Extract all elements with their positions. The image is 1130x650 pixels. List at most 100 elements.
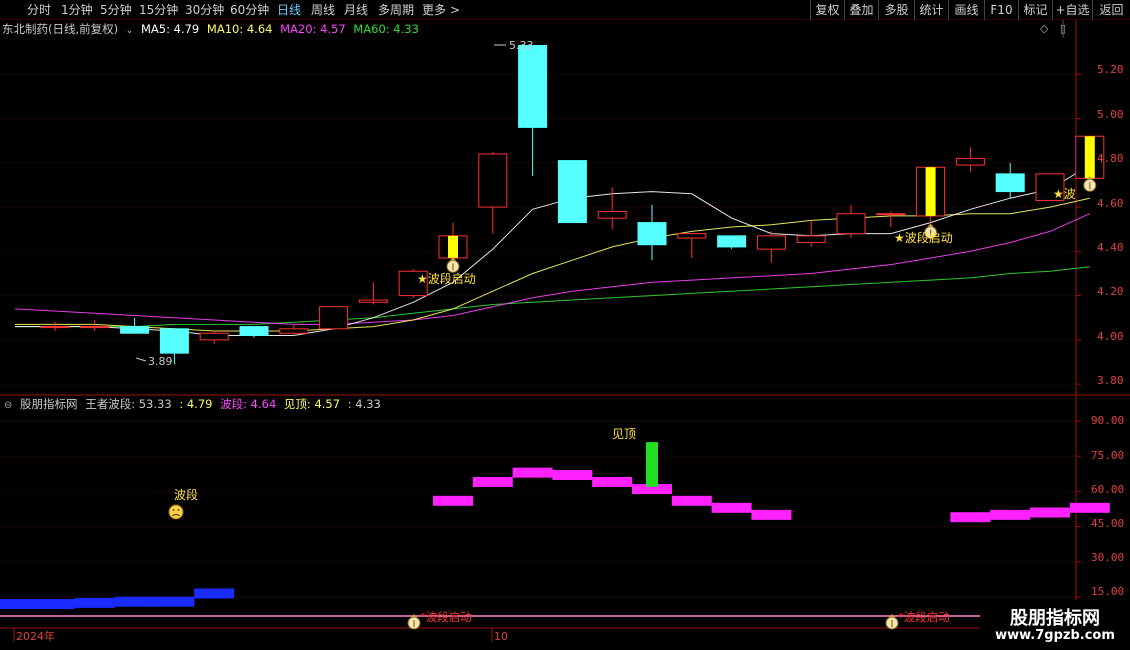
candle-body — [478, 153, 508, 208]
indicator-value-3: 波段: 4.64 — [220, 397, 277, 411]
indicator-bar — [950, 512, 991, 523]
candle-body — [717, 235, 747, 248]
candle-body — [637, 222, 667, 246]
y-tick-label: 4.60 — [1097, 197, 1124, 210]
indicator-value-5: : 4.33 — [347, 397, 381, 411]
indicator-bar — [472, 477, 513, 488]
candle — [319, 306, 349, 330]
candle — [955, 147, 985, 172]
watermark-url: www.7gpzb.com — [995, 628, 1115, 643]
ma10-line — [15, 197, 1090, 332]
watermark: 股朋指标网 www.7gpzb.com — [980, 600, 1130, 650]
indicator-bar — [0, 599, 75, 610]
candle-body — [836, 213, 866, 235]
indicator-bar — [1030, 507, 1070, 518]
candle-body — [995, 173, 1025, 193]
chart-canvas[interactable] — [0, 0, 1130, 650]
candle — [637, 204, 667, 261]
indicator-source: 股朋指标网 — [20, 397, 78, 411]
indicator-name: 王者波段: — [85, 397, 136, 411]
candle-body — [557, 160, 587, 224]
indicator-value-1: 53.33 — [138, 397, 172, 411]
wave-start-signal: ★波段启动 — [417, 272, 476, 286]
indicator-bar — [990, 509, 1031, 520]
ma5-legend: MA5: 4.79 — [141, 22, 200, 36]
watermark-title: 股朋指标网 — [1010, 608, 1100, 629]
candle — [796, 220, 826, 247]
indicator-bar — [552, 469, 593, 480]
face-eye — [172, 509, 175, 511]
candle-body — [199, 332, 229, 341]
candle — [557, 160, 587, 224]
candle — [80, 319, 110, 332]
candle — [199, 331, 229, 345]
sub-y-tick-label: 75.00 — [1091, 449, 1125, 462]
ma10-legend: MA10: 4.64 — [206, 22, 273, 36]
indicator-bar — [751, 509, 792, 520]
indicator-bar — [194, 588, 235, 599]
x-axis-year-label: 2024年 — [16, 630, 55, 643]
sub-y-tick-label: 15.00 — [1091, 585, 1125, 598]
sub-y-tick-label: 30.00 — [1091, 551, 1125, 564]
candle — [239, 326, 269, 338]
chevron-down-icon[interactable]: ⌄ — [126, 26, 134, 36]
candle-body — [80, 326, 110, 329]
ma60-legend: MA60: 4.33 — [353, 22, 419, 36]
candle — [876, 211, 906, 227]
indicator-bar — [433, 495, 473, 506]
candle — [717, 235, 747, 250]
top-signal-label: 见顶 — [612, 427, 637, 441]
y-tick-label: 3.80 — [1097, 374, 1124, 387]
candle — [836, 204, 866, 239]
candle — [677, 233, 707, 258]
indicator-bar — [711, 502, 752, 513]
candle-body — [518, 44, 548, 128]
wave-start-sub-label: *波段启动 — [898, 610, 950, 624]
y-tick-label: 4.00 — [1097, 330, 1124, 343]
wave-label: 波段 — [174, 488, 199, 502]
indicator-bar — [74, 597, 115, 608]
ma20-legend: MA20: 4.57 — [280, 22, 346, 36]
circle-icon: ⊖ — [4, 400, 13, 411]
y-tick-label: 4.40 — [1097, 241, 1124, 254]
indicator-bar — [512, 467, 553, 478]
y-tick-label: 5.00 — [1097, 108, 1124, 121]
low-price-label: 3.89 — [148, 355, 173, 368]
diamond-icon[interactable]: ◇ — [1040, 22, 1048, 36]
candle-body — [239, 326, 269, 336]
candle — [120, 317, 150, 334]
candle-body — [40, 326, 70, 329]
indicator-value-4: 见顶: 4.57 — [283, 397, 341, 411]
stock-title[interactable]: 东北制药(日线,前复权) — [2, 22, 118, 36]
candle — [358, 282, 388, 305]
y-tick-label: 5.20 — [1097, 63, 1124, 76]
candle-body — [279, 328, 309, 334]
sub-y-tick-label: 90.00 — [1091, 414, 1125, 427]
wave-start-sub-label: *波段启动 — [420, 610, 472, 624]
highlight-bar — [448, 235, 458, 258]
wave-start-signal: ★波段启动 — [894, 231, 953, 245]
sub-y-tick-label: 60.00 — [1091, 483, 1125, 496]
x-axis-month-label: 10 — [494, 630, 508, 643]
candle-body — [597, 211, 627, 219]
candle-body — [358, 299, 388, 303]
indicator-bar — [154, 596, 195, 607]
high-price-label: 5.33 — [509, 39, 534, 52]
candle — [478, 151, 508, 234]
candle — [40, 322, 70, 332]
sub-y-tick-label: 45.00 — [1091, 517, 1125, 530]
candle — [995, 162, 1025, 199]
candle-body — [120, 326, 150, 334]
panel-icon[interactable]: ▯ — [1060, 22, 1066, 36]
candle — [916, 166, 946, 223]
face-circle — [168, 504, 184, 520]
money-bag-tie — [927, 223, 934, 227]
face-eye — [177, 509, 180, 511]
candle-body — [756, 235, 786, 250]
indicator-bar — [671, 495, 712, 506]
sub-legend: ⊖ 股朋指标网 王者波段: 53.33 : 4.79 波段: 4.64 见顶: … — [4, 397, 385, 411]
candle-body — [955, 157, 985, 166]
wave-start-signal-partial: ★波 — [1053, 187, 1076, 201]
main-legend: 东北制药(日线,前复权) ⌄ MA5: 4.79 MA10: 4.64 MA20… — [2, 22, 423, 36]
candle-body — [319, 306, 349, 330]
